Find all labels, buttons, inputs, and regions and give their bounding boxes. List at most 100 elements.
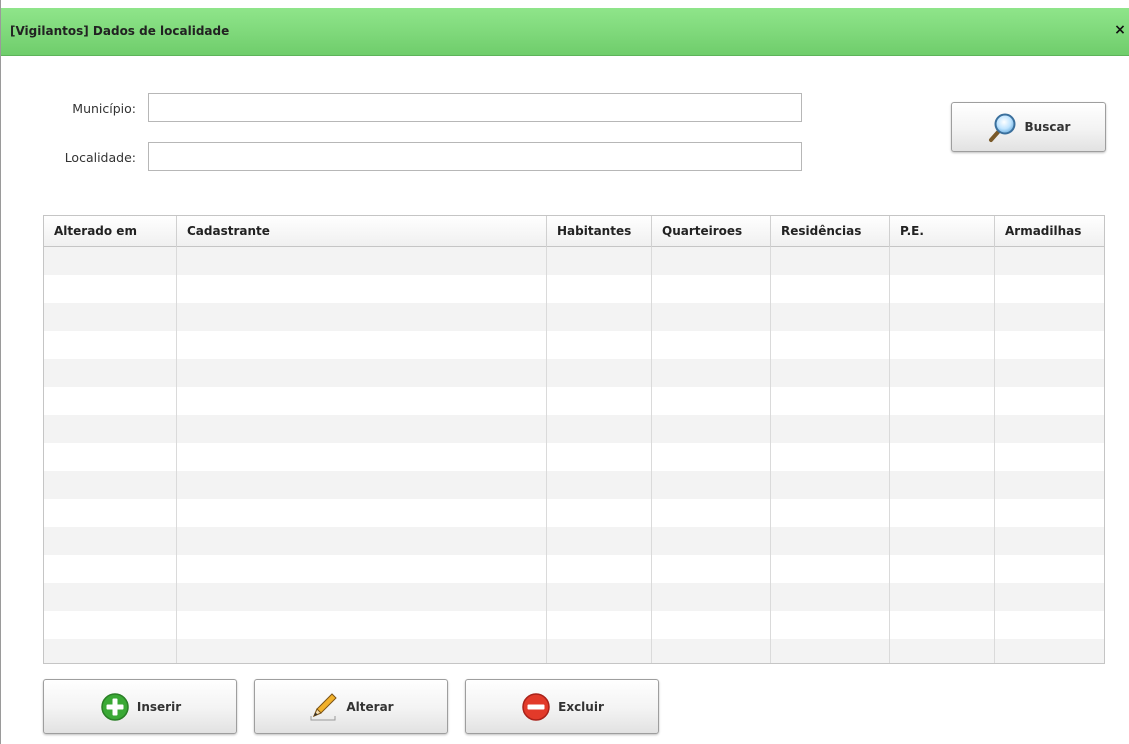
table-row[interactable] [44, 331, 1104, 359]
magnifier-icon [987, 111, 1019, 143]
table-cell [44, 611, 177, 639]
table-cell [995, 387, 1104, 415]
table-row[interactable] [44, 387, 1104, 415]
table-row[interactable] [44, 247, 1104, 275]
table-cell [547, 499, 652, 527]
table-cell [995, 583, 1104, 611]
table-cell [771, 443, 890, 471]
table-row[interactable] [44, 275, 1104, 303]
table-row[interactable] [44, 471, 1104, 499]
localidade-label: Localidade: [64, 150, 136, 165]
table-cell [547, 527, 652, 555]
column-header-pe[interactable]: P.E. [890, 216, 995, 247]
table-cell [652, 331, 771, 359]
minus-circle-icon [520, 691, 552, 723]
buscar-button[interactable]: Buscar [951, 102, 1106, 152]
table-cell [44, 583, 177, 611]
column-header-alterado-em[interactable]: Alterado em [44, 216, 177, 247]
table-row[interactable] [44, 555, 1104, 583]
table-row[interactable] [44, 611, 1104, 639]
table-cell [771, 415, 890, 443]
table-cell [890, 331, 995, 359]
table-row[interactable] [44, 499, 1104, 527]
table-cell [177, 443, 547, 471]
table-cell [890, 303, 995, 331]
table-cell [995, 611, 1104, 639]
table-cell [652, 471, 771, 499]
table-cell [547, 387, 652, 415]
column-header-habitantes[interactable]: Habitantes [547, 216, 652, 247]
inserir-button[interactable]: Inserir [43, 679, 237, 734]
municipio-field[interactable] [148, 93, 802, 122]
alterar-button[interactable]: Alterar [254, 679, 448, 734]
table-cell [177, 471, 547, 499]
table-row[interactable] [44, 415, 1104, 443]
table-cell [177, 275, 547, 303]
table-cell [547, 611, 652, 639]
table-cell [652, 499, 771, 527]
table-cell [44, 471, 177, 499]
table-cell [890, 499, 995, 527]
table-cell [547, 331, 652, 359]
column-header-armadilhas[interactable]: Armadilhas [995, 216, 1104, 247]
table-row[interactable] [44, 583, 1104, 611]
table-cell [995, 527, 1104, 555]
column-header-cadastrante[interactable]: Cadastrante [177, 216, 547, 247]
table-cell [177, 499, 547, 527]
table-cell [771, 499, 890, 527]
table-cell [44, 247, 177, 275]
table-cell [44, 555, 177, 583]
table-cell [44, 527, 177, 555]
table-cell [771, 275, 890, 303]
table-row[interactable] [44, 359, 1104, 387]
table-cell [995, 247, 1104, 275]
table-cell [177, 415, 547, 443]
table-cell [547, 247, 652, 275]
table-cell [995, 499, 1104, 527]
table-cell [44, 639, 177, 663]
table-cell [890, 639, 995, 663]
table-row[interactable] [44, 303, 1104, 331]
table-cell [652, 611, 771, 639]
table-cell [995, 303, 1104, 331]
table-cell [177, 359, 547, 387]
table-cell [44, 443, 177, 471]
table-cell [177, 639, 547, 663]
table-row[interactable] [44, 527, 1104, 555]
table-cell [890, 583, 995, 611]
close-icon[interactable]: × [1113, 22, 1127, 38]
table-cell [44, 387, 177, 415]
title-bar: [Vigilantos] Dados de localidade × [1, 8, 1129, 56]
table-cell [547, 583, 652, 611]
table-cell [177, 555, 547, 583]
table-cell [547, 639, 652, 663]
table-cell [771, 471, 890, 499]
table-cell [547, 471, 652, 499]
table-row[interactable] [44, 443, 1104, 471]
table-cell [771, 583, 890, 611]
buscar-label: Buscar [1024, 120, 1071, 134]
table-cell [177, 331, 547, 359]
table-cell [771, 639, 890, 663]
table-cell [652, 247, 771, 275]
table-cell [652, 415, 771, 443]
column-header-quarteiroes[interactable]: Quarteiroes [652, 216, 771, 247]
table-cell [44, 331, 177, 359]
table-cell [177, 387, 547, 415]
table-cell [652, 303, 771, 331]
excluir-button[interactable]: Excluir [465, 679, 659, 734]
column-header-residencias[interactable]: Residências [771, 216, 890, 247]
table-cell [652, 443, 771, 471]
table-cell [890, 359, 995, 387]
table-header: Alterado em Cadastrante Habitantes Quart… [44, 216, 1104, 247]
localidade-field[interactable] [148, 142, 802, 171]
window-title: [Vigilantos] Dados de localidade [10, 24, 230, 38]
table-cell [652, 527, 771, 555]
table-cell [771, 555, 890, 583]
table-cell [771, 247, 890, 275]
table-cell [890, 611, 995, 639]
table-row[interactable] [44, 639, 1104, 663]
table-cell [890, 247, 995, 275]
table-cell [995, 359, 1104, 387]
table-cell [890, 471, 995, 499]
